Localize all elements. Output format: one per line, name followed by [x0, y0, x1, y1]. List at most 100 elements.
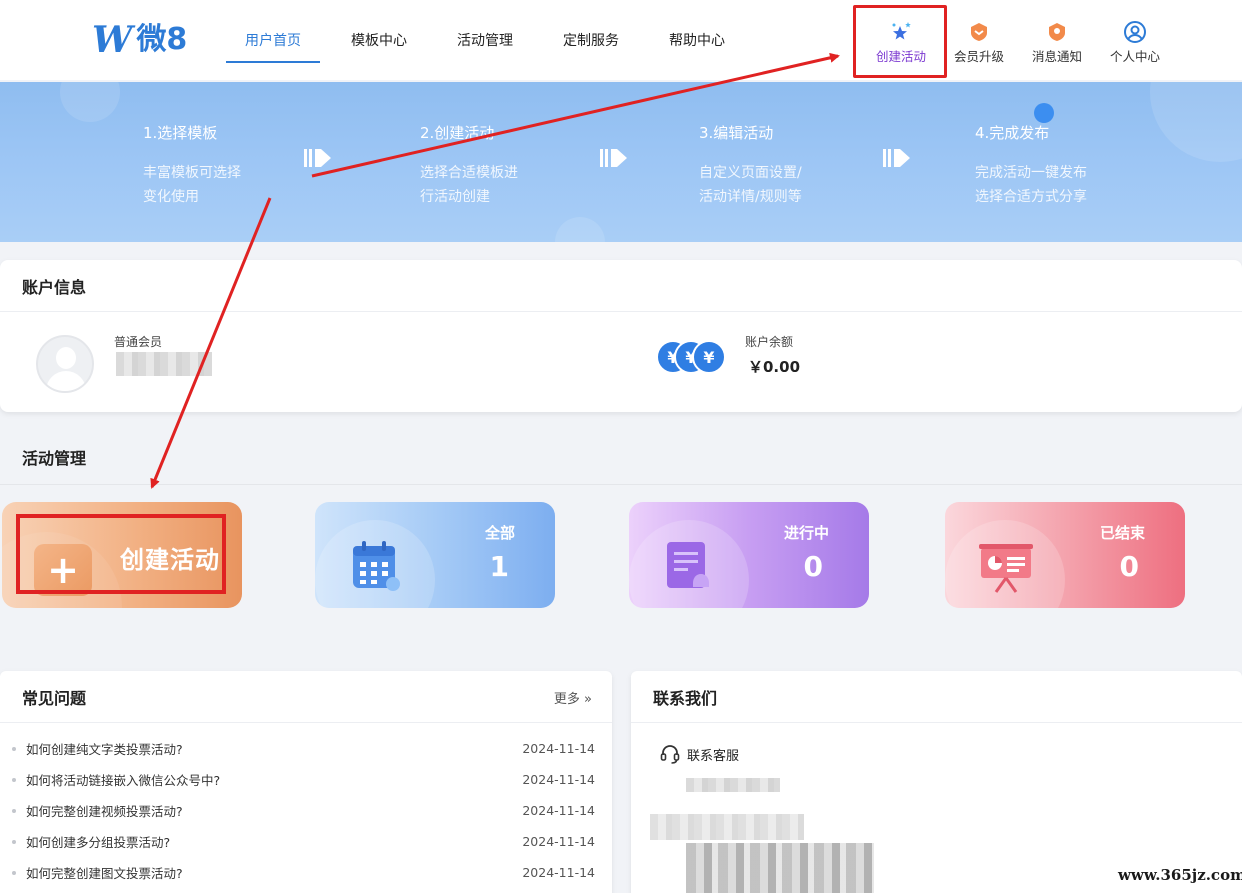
- step-title: 4.完成发布: [975, 124, 1050, 142]
- step-desc: 行活动创建: [420, 189, 490, 205]
- logo-mark: W: [92, 19, 133, 61]
- contact-card: 联系我们 联系客服: [631, 671, 1242, 893]
- nav-label: 活动管理: [457, 33, 513, 49]
- contact-title: 联系我们: [631, 671, 1242, 723]
- activity-card-count: 0: [1119, 550, 1139, 583]
- activity-card-label: 全部: [484, 524, 515, 542]
- avatar-head: [56, 347, 76, 369]
- calendar-icon: [353, 541, 400, 591]
- step-2: 2.创建活动 选择合适模板进 行活动创建: [420, 122, 518, 209]
- balance-value: ￥0.00: [748, 358, 801, 376]
- faq-item[interactable]: 如何完整创建视频投票活动? 2024-11-14: [0, 795, 612, 826]
- faq-date: 2024-11-14: [522, 772, 595, 787]
- member-upgrade-button[interactable]: 会员升级: [940, 10, 1018, 72]
- activity-card-ended[interactable]: 已结束 0: [945, 502, 1185, 608]
- blurred-qr-code: [686, 843, 874, 893]
- nav-item-templates[interactable]: 模板中心: [332, 0, 438, 80]
- activity-card-label: 进行中: [783, 524, 829, 542]
- step-desc: 丰富模板可选择: [143, 165, 241, 181]
- member-type: 普通会员: [114, 335, 163, 349]
- step-3: 3.编辑活动 自定义页面设置/ 活动详情/规则等: [699, 122, 802, 209]
- notifications-button[interactable]: 消息通知: [1018, 10, 1096, 72]
- activity-card-all[interactable]: 全部 1: [315, 502, 555, 608]
- step-arrow-icon: [600, 149, 627, 167]
- step-1: 1.选择模板 丰富模板可选择 变化使用: [143, 122, 241, 209]
- tool-label: 消息通知: [1031, 49, 1082, 64]
- steps-banner: 1.选择模板 丰富模板可选择 变化使用 2.创建活动 选择合适模板进 行活动创建…: [0, 82, 1242, 242]
- activity-card-label: 已结束: [1099, 524, 1145, 542]
- annotation-box-create-activity: [853, 5, 947, 78]
- step-desc: 自定义页面设置/: [699, 165, 802, 181]
- step-title: 2.创建活动: [420, 124, 495, 142]
- tool-label: 个人中心: [1109, 49, 1160, 64]
- faq-item[interactable]: 如何完整创建图文投票活动? 2024-11-14: [0, 857, 612, 888]
- contact-service[interactable]: 联系客服: [659, 743, 739, 765]
- activity-card-running[interactable]: 进行中 0: [629, 502, 869, 608]
- step-desc: 选择合适模板进: [420, 165, 518, 181]
- nav-item-activities[interactable]: 活动管理: [438, 0, 544, 80]
- step-arrow-icon: [304, 149, 331, 167]
- tool-label: 会员升级: [953, 49, 1004, 64]
- faq-question: 如何创建多分组投票活动?: [26, 835, 171, 850]
- faq-question: 如何完整创建图文投票活动?: [26, 866, 183, 881]
- nav-label: 模板中心: [351, 33, 407, 49]
- faq-date: 2024-11-14: [522, 834, 595, 849]
- faq-item[interactable]: 如何创建多分组投票活动? 2024-11-14: [0, 826, 612, 857]
- step-title: 3.编辑活动: [699, 124, 774, 142]
- coins-icon: ¥ ¥ ¥: [656, 340, 732, 374]
- account-title: 账户信息: [0, 260, 1242, 312]
- logo-text: 微8: [136, 22, 188, 57]
- personal-center-button[interactable]: 个人中心: [1096, 10, 1174, 72]
- step-desc: 变化使用: [143, 189, 199, 205]
- nav-item-home[interactable]: 用户首页: [226, 0, 332, 80]
- nav-item-help[interactable]: 帮助中心: [650, 0, 756, 80]
- decor-circle: [60, 82, 120, 122]
- contact-service-label: 联系客服: [687, 748, 740, 764]
- avatar[interactable]: [36, 335, 94, 393]
- document-icon: [667, 542, 709, 588]
- headset-icon: [660, 745, 680, 764]
- decor-dot: [1034, 103, 1054, 123]
- account-card: 账户信息 普通会员 ¥ ¥ ¥ 账户余额 ￥0.00: [0, 260, 1242, 412]
- logo[interactable]: W 微8: [92, 20, 192, 60]
- activity-section-title: 活动管理: [22, 449, 87, 468]
- step-desc: 完成活动一键发布: [975, 165, 1087, 181]
- faq-date: 2024-11-14: [522, 865, 595, 880]
- faq-more-link[interactable]: 更多 »: [554, 688, 592, 707]
- step-desc: 选择合适方式分享: [975, 189, 1087, 205]
- faq-date: 2024-11-14: [522, 741, 595, 756]
- faq-item[interactable]: 如何将活动链接嵌入微信公众号中? 2024-11-14: [0, 764, 612, 795]
- faq-item[interactable]: 如何创建纯文字类投票活动? 2024-11-14: [0, 733, 612, 764]
- nav-label: 定制服务: [563, 33, 619, 49]
- step-title: 1.选择模板: [143, 124, 218, 142]
- balance-label: 账户余额: [745, 335, 794, 349]
- faq-list: 如何创建纯文字类投票活动? 2024-11-14 如何将活动链接嵌入微信公众号中?…: [0, 733, 612, 888]
- activity-card-count: 1: [489, 550, 509, 583]
- blurred-contact-text: [650, 814, 804, 840]
- annotation-box-create-card: [16, 514, 226, 594]
- presentation-icon: [979, 544, 1033, 593]
- nav-item-custom-service[interactable]: 定制服务: [544, 0, 650, 80]
- bell-badge-icon: [1045, 20, 1069, 44]
- watermark: www.365jz.com: [1118, 866, 1242, 884]
- avatar-body: [46, 371, 86, 391]
- user-circle-icon: [1123, 20, 1147, 44]
- step-arrow-icon: [883, 149, 910, 167]
- nav-label: 用户首页: [245, 33, 301, 49]
- faq-card: 常见问题 更多 » 如何创建纯文字类投票活动? 2024-11-14 如何将活动链…: [0, 671, 612, 893]
- blurred-contact-text: [686, 778, 780, 792]
- faq-question: 如何将活动链接嵌入微信公众号中?: [26, 773, 221, 788]
- coin: ¥: [692, 340, 726, 374]
- faq-question: 如何完整创建视频投票活动?: [26, 804, 183, 819]
- step-4: 4.完成发布 完成活动一键发布 选择合适方式分享: [975, 122, 1087, 209]
- decor-circle: [555, 217, 605, 242]
- badge-icon: [967, 20, 991, 44]
- top-header: W 微8 用户首页 模板中心 活动管理 定制服务 帮助中心 创建活动 会员升级 …: [0, 0, 1242, 80]
- decor-circle: [1150, 82, 1242, 162]
- main-nav: 用户首页 模板中心 活动管理 定制服务 帮助中心: [226, 0, 756, 80]
- blurred-username: [116, 352, 212, 376]
- step-desc: 活动详情/规则等: [699, 189, 802, 205]
- faq-question: 如何创建纯文字类投票活动?: [26, 742, 183, 757]
- nav-label: 帮助中心: [669, 33, 725, 49]
- faq-date: 2024-11-14: [522, 803, 595, 818]
